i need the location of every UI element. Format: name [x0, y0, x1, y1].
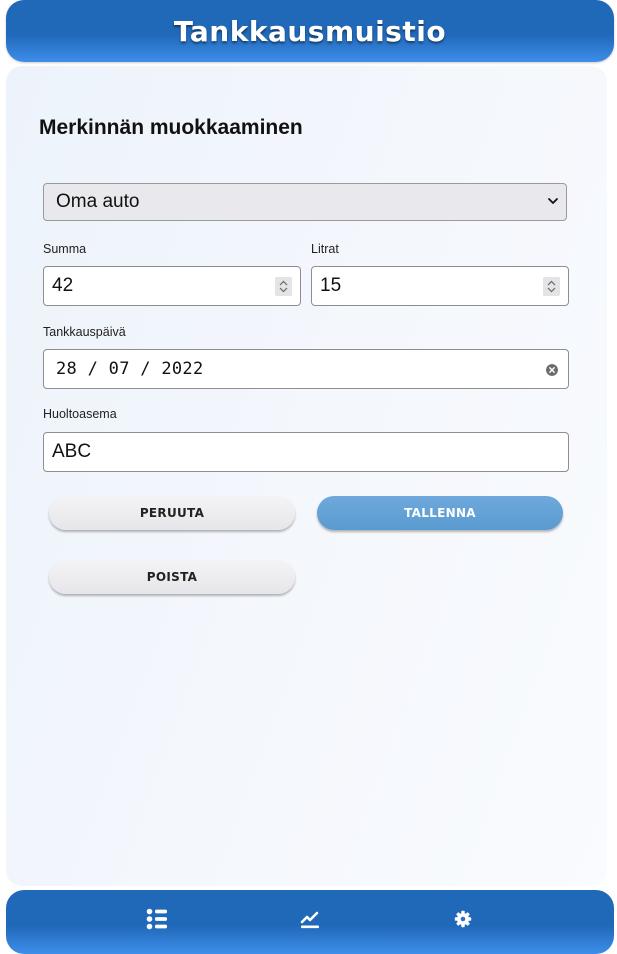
- edit-entry-panel: Merkinnän muokkaaminen Oma auto Summa 42…: [6, 66, 607, 886]
- station-label: Huoltoasema: [43, 407, 117, 421]
- liters-label: Litrat: [311, 242, 339, 256]
- station-field[interactable]: ABC: [43, 432, 569, 472]
- bottom-nav: [6, 890, 614, 954]
- vehicle-select-value: Oma auto: [56, 191, 140, 212]
- amount-field[interactable]: 42: [43, 266, 301, 306]
- gear-icon[interactable]: [454, 910, 472, 928]
- app-header: Tankkausmuistio: [6, 0, 614, 62]
- page-title: Merkinnän muokkaaminen: [39, 116, 303, 139]
- number-stepper-icon[interactable]: [275, 277, 292, 296]
- date-value: 28 / 07 / 2022: [56, 359, 204, 379]
- vehicle-select[interactable]: Oma auto: [43, 183, 567, 221]
- date-field[interactable]: 28 / 07 / 2022: [43, 349, 569, 389]
- amount-label: Summa: [43, 242, 87, 256]
- liters-value: 15: [320, 275, 342, 296]
- clear-icon[interactable]: [546, 364, 558, 376]
- liters-field[interactable]: 15: [311, 266, 569, 306]
- cancel-button[interactable]: PERUUTA: [49, 496, 295, 530]
- delete-button[interactable]: POISTA: [49, 560, 295, 594]
- app-title: Tankkausmuistio: [173, 14, 447, 48]
- station-value: ABC: [52, 441, 92, 462]
- amount-value: 42: [52, 275, 74, 296]
- chevron-down-icon: [548, 198, 558, 204]
- number-stepper-icon[interactable]: [543, 277, 560, 296]
- chart-line-icon[interactable]: [300, 909, 320, 929]
- list-icon[interactable]: [146, 908, 168, 930]
- date-label: Tankkauspäivä: [43, 325, 126, 339]
- save-button[interactable]: TALLENNA: [317, 496, 563, 530]
